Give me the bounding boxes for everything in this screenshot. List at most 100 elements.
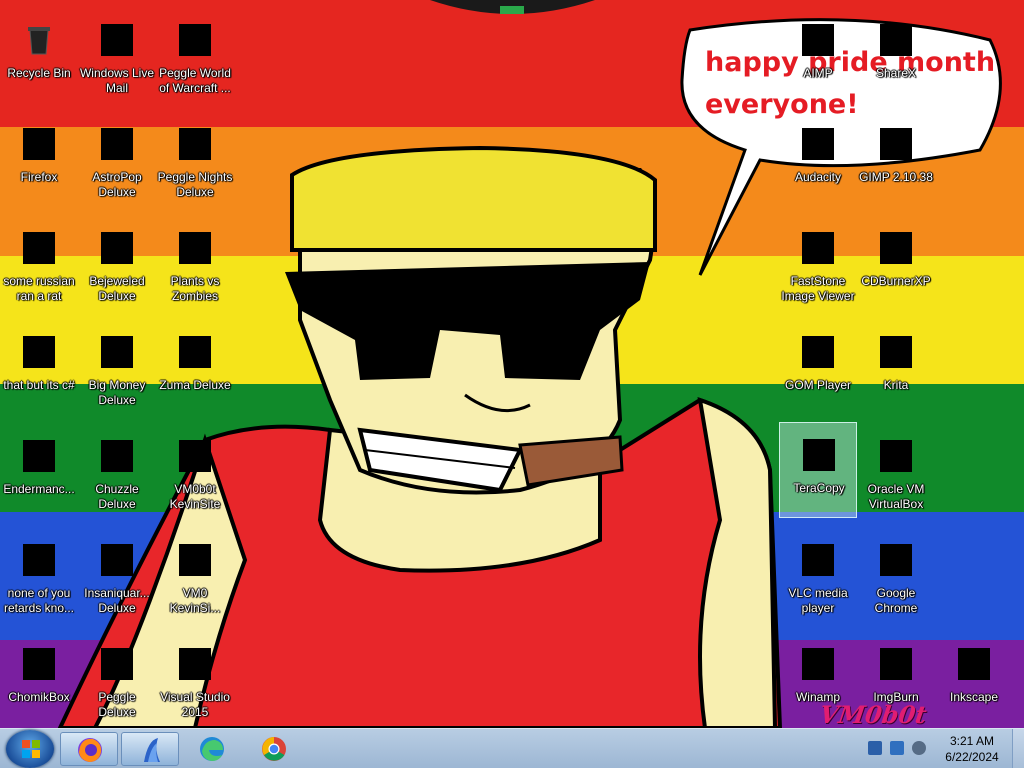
desktop-icon-label: Recycle Bin [7, 66, 71, 80]
desktop-icon-sharex[interactable]: ShareX [857, 8, 935, 104]
desktop-icon-virtualbox[interactable]: Oracle VM VirtualBox [857, 424, 935, 520]
desktop-icon-vm0-kevinsi[interactable]: VM0 KevinSi... [156, 528, 234, 624]
app-icon [23, 648, 55, 680]
visual-studio-icon [179, 648, 211, 680]
game-icon [101, 232, 133, 264]
inkscape-icon [958, 648, 990, 680]
game-icon [179, 232, 211, 264]
firefox-icon [23, 128, 55, 160]
desktop-icon-label: Big Money Deluxe [88, 378, 146, 407]
desktop-icon-cdburnerxp[interactable]: CDBurnerXP [857, 216, 935, 312]
desktop-icon-visual-studio[interactable]: Visual Studio 2015 [156, 632, 234, 728]
desktop-icon-zuma[interactable]: Zuma Deluxe [156, 320, 234, 416]
desktop-icon-none-of-you[interactable]: none of you retards kno... [0, 528, 78, 624]
file-icon [23, 336, 55, 368]
desktop-icon-label: Peggle World of Warcraft ... [159, 66, 231, 95]
desktop-icon-chrome[interactable]: Google Chrome [857, 528, 935, 624]
desktop-icon-gimp[interactable]: GIMP 2.10.38 [857, 112, 935, 208]
desktop-icon-peggle-nights[interactable]: Peggle Nights Deluxe [156, 112, 234, 208]
taskbar-button-app[interactable] [121, 732, 179, 766]
desktop-icon-vm0b0t-kevinsite[interactable]: VM0b0t KevinSite [156, 424, 234, 520]
taskbar-button-chrome[interactable] [245, 732, 303, 766]
desktop-icon-audacity[interactable]: Audacity [779, 112, 857, 208]
desktop-icon-chuzzle[interactable]: Chuzzle Deluxe [78, 424, 156, 520]
start-button[interactable] [6, 730, 54, 768]
desktop-icon-peggle-deluxe[interactable]: Peggle Deluxe [78, 632, 156, 728]
aimp-icon [802, 24, 834, 56]
game-icon [179, 336, 211, 368]
desktop-icon-inkscape[interactable]: Inkscape [935, 632, 1013, 728]
desktop-icon-label: Endermanc... [3, 482, 75, 496]
desktop[interactable]: happy pride month everyone! VM0b0t Recyc… [0, 0, 1024, 768]
firefox-icon [78, 738, 102, 762]
gimp-icon [880, 128, 912, 160]
desktop-icon-label: ChomikBox [8, 690, 70, 704]
desktop-icon-windows-live-mail[interactable]: Windows Live Mail [78, 8, 156, 104]
sharex-icon [880, 24, 912, 56]
desktop-icon-gom-player[interactable]: GOM Player [779, 320, 857, 416]
taskbar-button-firefox[interactable] [60, 732, 118, 766]
file-icon [23, 232, 55, 264]
game-icon [179, 128, 211, 160]
desktop-icon-label: VLC media player [788, 586, 848, 615]
desktop-icon-big-money[interactable]: Big Money Deluxe [78, 320, 156, 416]
desktop-icon-label: VM0b0t KevinSite [169, 482, 221, 511]
desktop-icon-firefox[interactable]: Firefox [0, 112, 78, 208]
desktop-icon-label: CDBurnerXP [861, 274, 931, 288]
desktop-icon-label: Windows Live Mail [79, 66, 155, 95]
desktop-icon-imgburn[interactable]: ImgBurn [857, 632, 935, 728]
desktop-icon-vlc[interactable]: VLC media player [779, 528, 857, 624]
game-icon [101, 440, 133, 472]
krita-icon [880, 336, 912, 368]
desktop-icon-label: Bejeweled Deluxe [89, 274, 145, 303]
desktop-icon-label: that but its c# [3, 378, 75, 392]
desktop-icon-recycle-bin[interactable]: Recycle Bin [0, 8, 78, 104]
desktop-icon-label: Google Chrome [874, 586, 918, 615]
desktop-icon-label: Krita [883, 378, 909, 392]
clock-date: 6/22/2024 [945, 750, 999, 764]
desktop-icon-peggle-world-of-warcraft[interactable]: Peggle World of Warcraft ... [156, 8, 234, 104]
desktop-icon-label: GIMP 2.10.38 [859, 170, 933, 184]
file-icon [23, 544, 55, 576]
desktop-icon-label: Visual Studio 2015 [160, 690, 230, 719]
desktop-icon-teracopy[interactable]: TeraCopy [779, 422, 857, 518]
vlc-icon [802, 544, 834, 576]
desktop-icon-label: GOM Player [784, 378, 851, 392]
desktop-icon-label: Oracle VM VirtualBox [867, 482, 925, 511]
desktop-icon-astropop[interactable]: AstroPop Deluxe [78, 112, 156, 208]
game-icon [101, 128, 133, 160]
desktop-icon-label: some russian ran a rat [3, 274, 75, 303]
network-icon[interactable] [890, 741, 904, 755]
desktop-icon-insaniquarium[interactable]: Insaniquar... Deluxe [78, 528, 156, 624]
desktop-icon-some-russian[interactable]: some russian ran a rat [0, 216, 78, 312]
chrome-icon [262, 737, 286, 761]
media-player-icon [802, 336, 834, 368]
desktop-icon-label: Firefox [20, 170, 58, 184]
desktop-icon-label: VM0 KevinSi... [169, 586, 221, 615]
desktop-icon-winamp[interactable]: Winamp [779, 632, 857, 728]
desktop-icon-plants-vs-zombies[interactable]: Plants vs Zombies [156, 216, 234, 312]
desktop-icon-label: none of you retards kno... [3, 586, 75, 615]
clock-time: 3:21 AM [949, 734, 995, 748]
desktop-icon-endermanc[interactable]: Endermanc... [0, 424, 78, 520]
desktop-icon-chomikbox[interactable]: ChomikBox [0, 632, 78, 728]
desktop-icon-aimp[interactable]: AIMP [779, 8, 857, 104]
taskbar-button-edge[interactable] [183, 732, 241, 766]
disc-icon [880, 648, 912, 680]
desktop-icon-bejeweled[interactable]: Bejeweled Deluxe [78, 216, 156, 312]
folder-icon [179, 440, 211, 472]
desktop-icon-faststone[interactable]: FastStone Image Viewer [779, 216, 857, 312]
disc-icon [880, 232, 912, 264]
clock[interactable]: 3:21 AM 6/22/2024 [932, 733, 1012, 765]
app-icon [23, 440, 55, 472]
app-icon [144, 738, 160, 762]
mail-icon [101, 24, 133, 56]
desktop-icon-label: Audacity [794, 170, 842, 184]
desktop-icon-that-but-its-cs[interactable]: that but its c# [0, 320, 78, 416]
desktop-icon-label: TeraCopy [793, 481, 845, 495]
tray-app-icon[interactable] [868, 741, 882, 755]
desktop-icon-label: AstroPop Deluxe [92, 170, 142, 199]
show-desktop-button[interactable] [1012, 729, 1024, 768]
desktop-icon-krita[interactable]: Krita [857, 320, 935, 416]
volume-icon[interactable] [912, 741, 926, 755]
